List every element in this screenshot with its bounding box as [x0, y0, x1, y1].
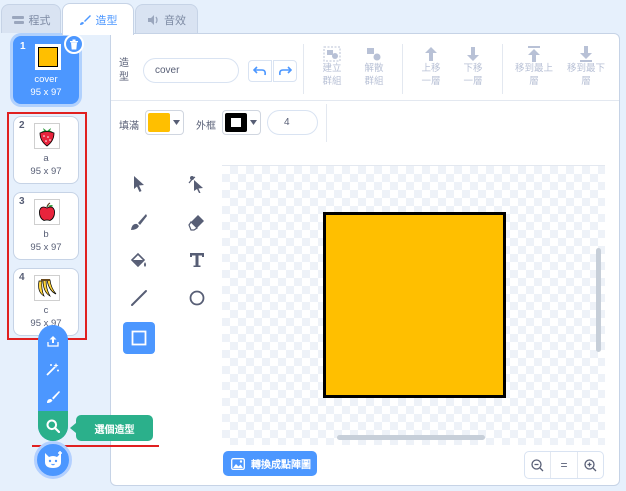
zoom-reset-button[interactable]: = — [551, 452, 578, 478]
line-icon — [131, 290, 147, 306]
text-tool[interactable] — [181, 244, 213, 276]
divider — [303, 44, 304, 94]
brush-icon — [79, 14, 91, 26]
backward-icon — [467, 47, 479, 61]
tab-label: 音效 — [164, 14, 186, 27]
costume-name-label: 造型 — [119, 58, 129, 83]
yellow-square-icon — [38, 47, 58, 67]
tab-costumes[interactable]: 造型 — [62, 3, 134, 35]
paint-bucket-icon — [130, 252, 146, 268]
front-icon — [528, 46, 540, 62]
reshape-icon — [188, 176, 203, 193]
zoom-controls: = — [524, 451, 604, 479]
forward-label: 上移一層 — [421, 63, 441, 87]
front-label: 移到最上層 — [514, 63, 553, 87]
chevron-down-icon — [250, 120, 257, 125]
upload-icon — [47, 336, 59, 347]
annotation-box — [7, 112, 87, 340]
costume-thumbnail — [35, 44, 61, 70]
divider — [402, 44, 403, 94]
costume-name: cover — [34, 74, 58, 85]
zoom-in-icon — [584, 458, 597, 471]
tab-code[interactable]: 程式 — [1, 4, 61, 34]
fill-color-picker[interactable] — [145, 110, 184, 135]
brush-icon — [131, 214, 147, 230]
group-button[interactable]: 建立群組 — [314, 46, 350, 88]
trash-icon — [70, 39, 78, 49]
paint-costume-button[interactable] — [38, 383, 68, 411]
chevron-down-icon — [173, 120, 180, 125]
undo-icon — [253, 66, 266, 76]
costume-size: 95 x 97 — [30, 87, 62, 98]
outline-color-picker[interactable] — [222, 110, 261, 135]
search-icon — [46, 419, 60, 433]
image-icon — [231, 457, 245, 470]
convert-label: 轉換成點陣圖 — [251, 460, 311, 471]
fill-label: 填滿 — [119, 121, 139, 132]
fill-tool[interactable] — [123, 244, 155, 276]
divider — [326, 104, 327, 142]
forward-icon — [425, 47, 437, 61]
backward-label: 下移一層 — [463, 63, 483, 87]
circle-tool[interactable] — [181, 282, 213, 314]
surprise-icon — [46, 363, 59, 376]
vertical-scrollbar[interactable] — [596, 248, 601, 352]
choose-costume-button[interactable] — [38, 411, 68, 441]
tooltip-label: 選個造型 — [94, 424, 135, 436]
costume-name-input[interactable] — [143, 58, 239, 83]
ungroup-label: 解散群組 — [364, 63, 384, 87]
outline-width-input[interactable]: 4 — [267, 110, 318, 135]
outline-color-swatch — [225, 113, 247, 132]
tab-label: 程式 — [28, 14, 51, 27]
back-label: 移到最下層 — [566, 63, 605, 87]
tab-label: 造型 — [95, 14, 118, 27]
reshape-tool[interactable] — [181, 168, 213, 200]
brush-tool[interactable] — [123, 206, 155, 238]
ungroup-icon — [367, 48, 381, 61]
add-costume-menu — [38, 325, 68, 441]
horizontal-scrollbar[interactable] — [337, 435, 485, 440]
rectangle-icon — [131, 330, 147, 346]
forward-button[interactable]: 上移一層 — [413, 46, 449, 88]
code-icon — [11, 14, 24, 26]
tab-sounds[interactable]: 音效 — [135, 4, 198, 34]
speaker-icon — [147, 14, 159, 26]
convert-to-bitmap-button[interactable]: 轉換成點陣圖 — [223, 451, 317, 476]
zoom-out-button[interactable] — [525, 452, 552, 478]
back-icon — [580, 46, 592, 62]
line-tool[interactable] — [123, 282, 155, 314]
divider — [111, 100, 619, 101]
upload-costume-button[interactable] — [38, 327, 68, 355]
zoom-in-button[interactable] — [578, 452, 603, 478]
zoom-out-icon — [531, 458, 544, 471]
paint-icon — [47, 391, 60, 403]
delete-costume-button[interactable] — [64, 34, 84, 54]
fill-color-swatch — [148, 113, 170, 132]
cat-icon — [45, 451, 62, 468]
front-button[interactable]: 移到最上層 — [510, 46, 558, 88]
redo-icon — [279, 66, 292, 76]
costume-number: 1 — [20, 41, 26, 52]
divider — [502, 44, 503, 94]
backward-button[interactable]: 下移一層 — [455, 46, 491, 88]
text-icon — [190, 253, 204, 267]
group-icon — [323, 46, 341, 62]
yellow-rectangle-shape[interactable] — [323, 212, 506, 398]
choose-costume-tooltip: 選個造型 — [70, 415, 153, 441]
add-costume-button[interactable] — [34, 441, 72, 479]
surprise-costume-button[interactable] — [38, 355, 68, 383]
eraser-icon — [188, 215, 204, 231]
group-label: 建立群組 — [322, 63, 342, 87]
circle-icon — [189, 290, 205, 306]
cursor-icon — [134, 176, 144, 192]
select-tool[interactable] — [123, 168, 155, 200]
redo-button[interactable] — [273, 60, 297, 82]
rectangle-tool[interactable] — [123, 322, 155, 354]
ungroup-button[interactable]: 解散群組 — [356, 46, 392, 88]
back-button[interactable]: 移到最下層 — [562, 46, 610, 88]
zoom-reset-label: = — [560, 458, 568, 472]
undo-button[interactable] — [248, 60, 272, 82]
outline-label: 外框 — [196, 121, 216, 132]
eraser-tool[interactable] — [181, 206, 213, 238]
